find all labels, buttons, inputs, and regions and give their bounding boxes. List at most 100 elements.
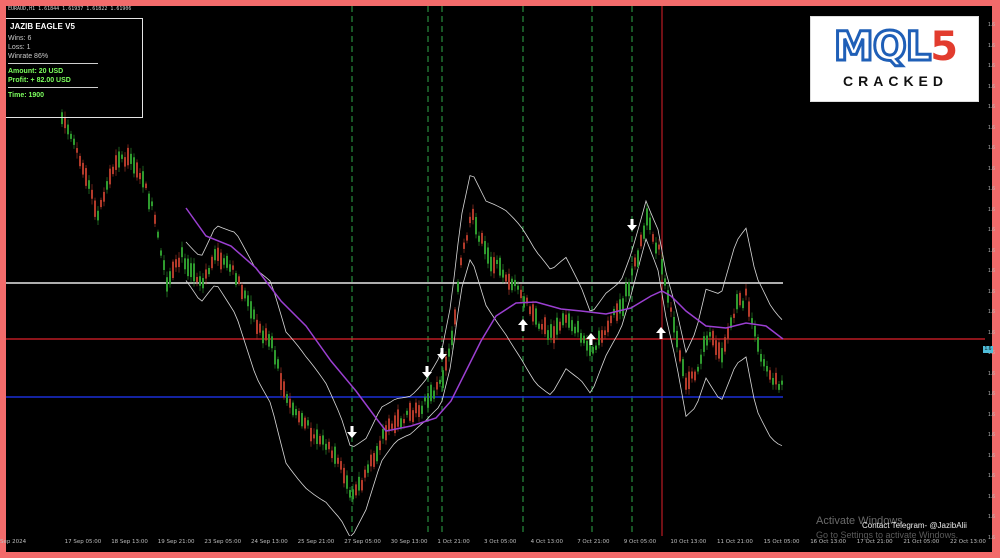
candle-body: [172, 261, 174, 278]
candle-body: [196, 276, 198, 283]
candle-body: [364, 469, 366, 478]
candle-body: [610, 315, 612, 324]
candle-body: [151, 201, 153, 207]
candle-body: [253, 309, 255, 320]
price-axis-label: 1.6: [988, 104, 995, 110]
time-axis-label: 15 Oct 05:00: [763, 539, 800, 545]
candle-body: [598, 330, 600, 346]
candle-body: [496, 259, 498, 264]
price-axis-label: 1.6: [988, 22, 995, 28]
candle-body: [715, 340, 717, 355]
logo-mql: MQL: [832, 24, 932, 70]
candle-body: [682, 359, 684, 377]
price-axis-label: 1.6: [988, 206, 995, 213]
candle-body: [661, 258, 663, 275]
price-axis-label: 1.6: [988, 63, 995, 69]
candle-body: [475, 217, 477, 235]
candle-body: [502, 269, 504, 278]
candle-body: [160, 250, 162, 256]
time-axis-label: 30 Sep 13:00: [390, 539, 428, 545]
candle-body: [133, 157, 135, 174]
candle-body: [658, 244, 660, 250]
candle-body: [142, 171, 144, 188]
candle-body: [268, 334, 270, 347]
candle-body: [193, 263, 195, 282]
candle-body: [442, 370, 444, 388]
candle-body: [358, 476, 360, 491]
candle-body: [529, 306, 531, 315]
ea-divider: [8, 87, 98, 88]
candle-body: [592, 346, 594, 354]
candle-body: [370, 454, 372, 467]
time-axis-label: 9 Oct 05:00: [623, 539, 657, 545]
arrow-up-icon: [518, 319, 528, 331]
candle-body: [217, 247, 219, 261]
arrow-down-icon: [347, 426, 357, 438]
candle-body: [640, 234, 642, 247]
price-axis-label: 1.6: [988, 165, 995, 172]
price-axis-label: 1.6: [988, 227, 995, 233]
candle-body: [754, 325, 756, 337]
candle-body: [415, 402, 417, 414]
ea-title: JAZIB EAGLE V5: [10, 22, 75, 31]
candle-body: [187, 258, 189, 277]
candle-body: [247, 295, 249, 307]
candle-body: [145, 183, 147, 189]
price-axis-label: 1.6: [988, 493, 995, 500]
candle-body: [223, 258, 225, 265]
ea-divider: [8, 63, 98, 64]
time-axis-label: 7 Oct 21:00: [577, 539, 610, 545]
candle-body: [400, 418, 402, 428]
candle-body: [346, 475, 348, 489]
candle-body: [208, 268, 210, 275]
candle-body: [577, 320, 579, 333]
candle-body: [112, 166, 114, 175]
candle-body: [298, 411, 300, 423]
candle-body: [751, 318, 753, 324]
candle-body: [559, 321, 561, 331]
candle-body: [724, 337, 726, 352]
candle-body: [313, 434, 315, 439]
candle-body: [352, 489, 354, 500]
candle-body: [103, 191, 105, 202]
candle-body: [154, 214, 156, 224]
candle-body: [433, 390, 435, 399]
candle-body: [175, 259, 177, 268]
candle-body: [775, 372, 777, 385]
candle-body: [157, 231, 159, 238]
candle-body: [91, 189, 93, 199]
ea-time: Time: 1900: [8, 92, 45, 99]
price-axis-label: 1.6: [988, 268, 995, 274]
candle-body: [340, 461, 342, 470]
ea-profit: Profit: + 82.00 USD: [8, 77, 71, 84]
candle-body: [574, 326, 576, 334]
candle-body: [703, 336, 705, 352]
candle-body: [583, 335, 585, 344]
candle-body: [169, 271, 171, 285]
price-axis-label: 1.6: [988, 124, 995, 131]
ea-stats-panel: JAZIB EAGLE V5 Wins: 6 Loss: 1 Winrate 8…: [6, 18, 143, 118]
candle-body: [628, 282, 630, 297]
candle-body: [757, 337, 759, 352]
candle-body: [625, 282, 627, 297]
candle-body: [184, 258, 186, 270]
price-axis-label: 1.6: [988, 452, 995, 459]
candle-body: [115, 155, 117, 170]
candle-body: [763, 359, 765, 367]
candle-body: [343, 467, 345, 484]
candle-body: [337, 457, 339, 464]
candle-body: [760, 353, 762, 362]
candle-body: [277, 359, 279, 369]
price-axis: 1.6 1.6 1.6 1.6 1.6 1.6 1.6 1.6 1.6 1.6 1.6 1.6 1.6 1…: [985, 6, 995, 541]
activate-windows-hint: Go to Settings to activate Windows.: [816, 530, 959, 540]
candle-body: [214, 249, 216, 261]
candle-body: [742, 300, 744, 309]
candle-body: [469, 216, 471, 224]
logo-five: 5: [930, 24, 958, 70]
candle-body: [85, 168, 87, 186]
candle-body: [568, 313, 570, 328]
candle-body: [538, 323, 540, 329]
candle-body: [718, 342, 720, 359]
candle-body: [307, 420, 309, 426]
candle-body: [709, 332, 711, 337]
